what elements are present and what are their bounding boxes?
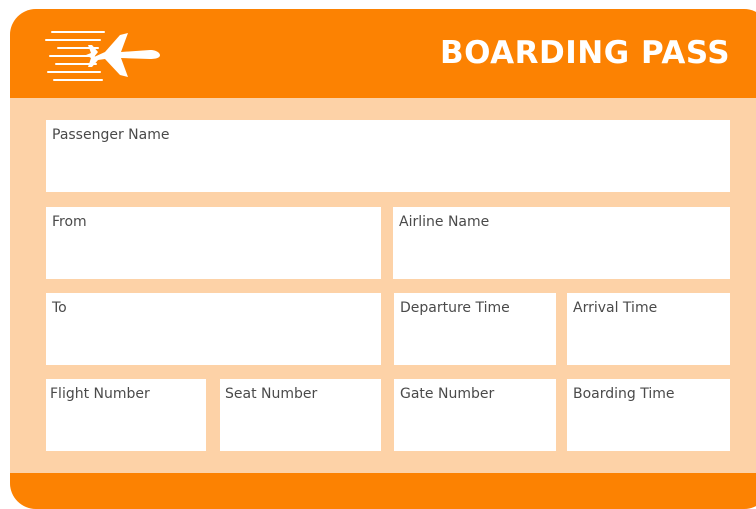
departure-time-field[interactable]: Departure Time <box>394 293 556 365</box>
airline-name-field[interactable]: Airline Name <box>393 207 730 279</box>
airplane-icon <box>45 31 160 81</box>
departure-time-label: Departure Time <box>400 300 510 316</box>
airline-name-label: Airline Name <box>399 214 490 230</box>
seat-number-field[interactable]: Seat Number <box>220 379 381 451</box>
passenger-name-field[interactable]: Passenger Name <box>46 120 730 192</box>
boarding-time-field[interactable]: Boarding Time <box>567 379 730 451</box>
to-field[interactable]: To <box>46 293 381 365</box>
to-label: To <box>52 300 67 316</box>
page-title: BOARDING PASS <box>440 35 731 71</box>
gate-number-field[interactable]: Gate Number <box>394 379 556 451</box>
gate-number-label: Gate Number <box>400 386 495 402</box>
arrival-time-field[interactable]: Arrival Time <box>567 293 730 365</box>
from-field[interactable]: From <box>46 207 381 279</box>
flight-number-field[interactable]: Flight Number <box>46 379 206 451</box>
boarding-pass-footer <box>10 473 756 509</box>
seat-number-label: Seat Number <box>225 386 318 402</box>
arrival-time-label: Arrival Time <box>573 300 658 316</box>
boarding-time-label: Boarding Time <box>573 386 675 402</box>
boarding-pass-header: BOARDING PASS <box>10 9 756 98</box>
boarding-pass-card: BOARDING PASS Passenger Name From Airlin… <box>10 9 756 509</box>
flight-number-label: Flight Number <box>50 386 150 402</box>
from-label: From <box>52 214 87 230</box>
passenger-name-label: Passenger Name <box>52 127 170 143</box>
